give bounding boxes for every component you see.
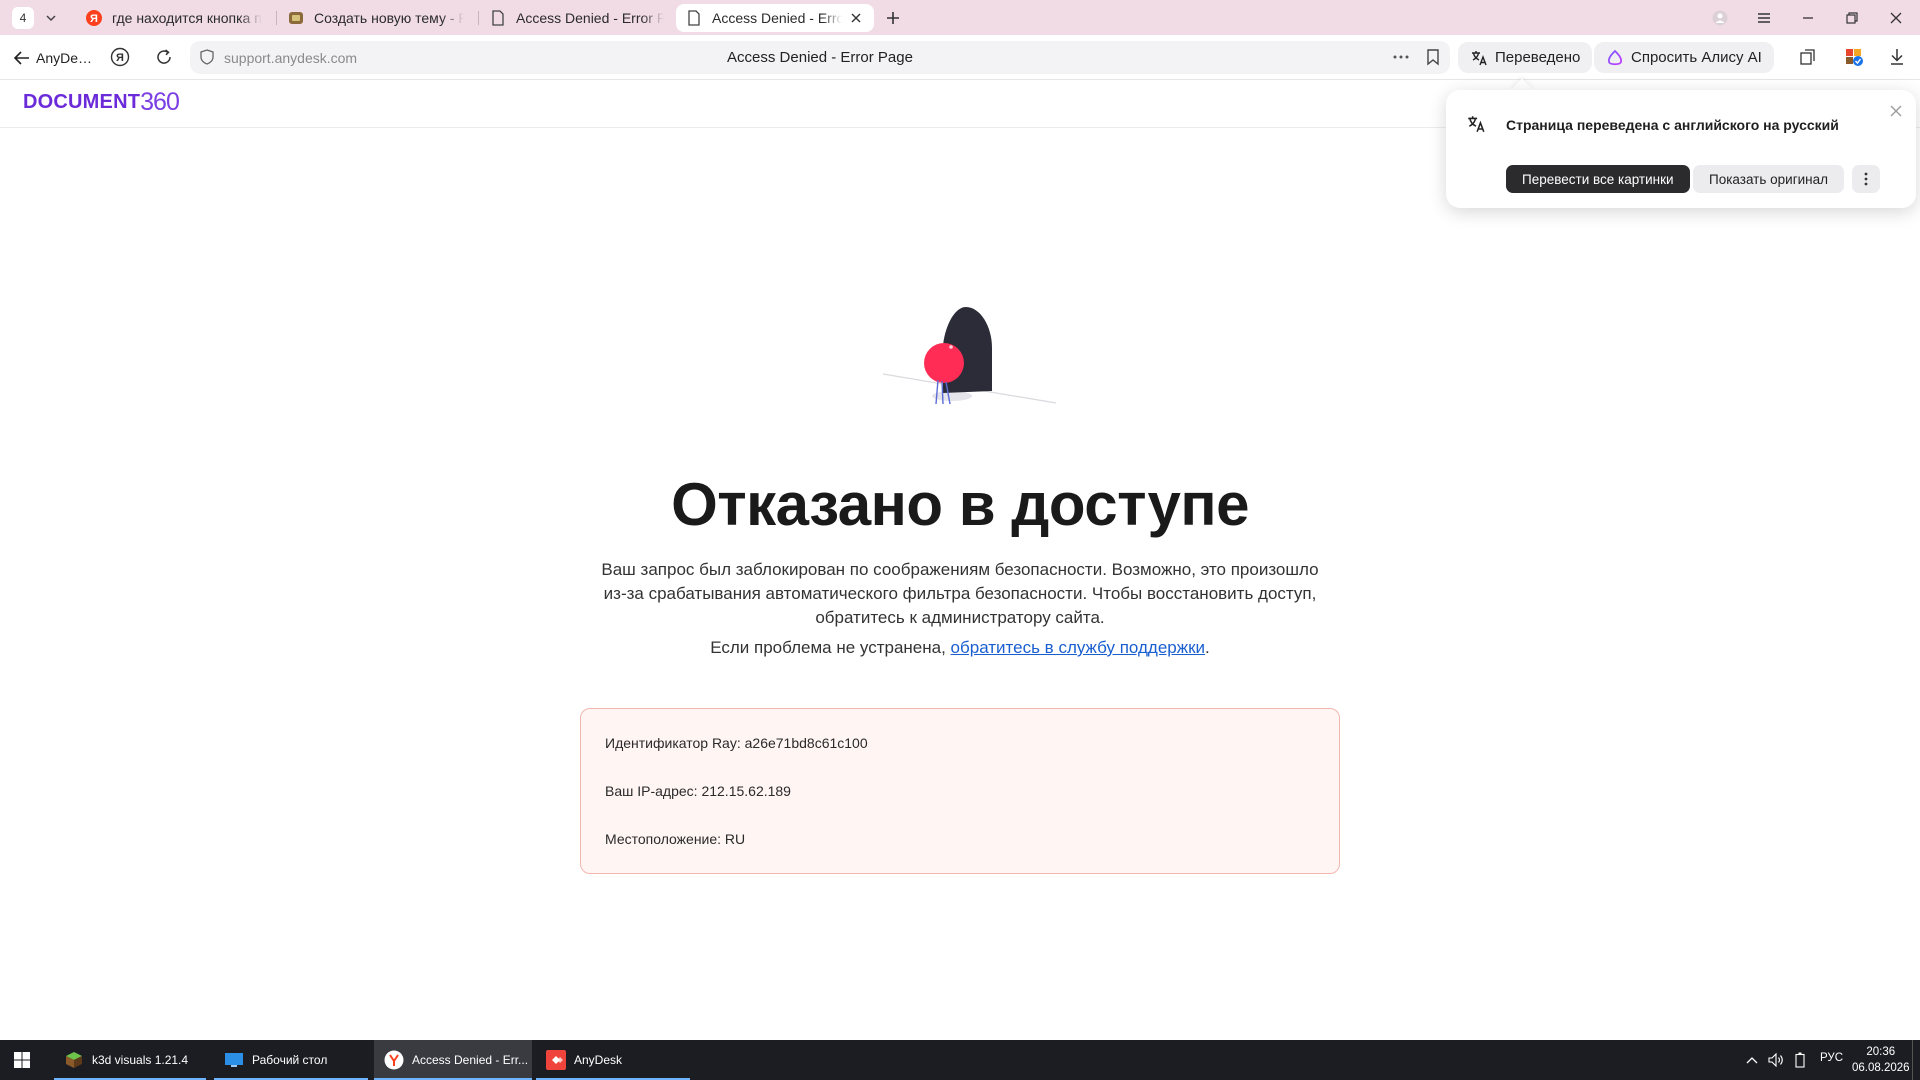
window-close-icon[interactable] bbox=[1884, 6, 1908, 30]
support-line: Если проблема не устранена, обратитесь в… bbox=[0, 638, 1920, 658]
support-prefix: Если проблема не устранена, bbox=[710, 638, 951, 657]
translated-label: Переведено bbox=[1495, 49, 1581, 66]
ip-address: Ваш IP-адрес: 212.15.62.189 bbox=[605, 783, 791, 799]
collections-icon[interactable] bbox=[1797, 46, 1819, 68]
omnibox[interactable]: support.anydesk.com Access Denied - Erro… bbox=[190, 41, 1450, 74]
more-dots-icon[interactable] bbox=[1392, 49, 1410, 70]
tab-separator bbox=[276, 11, 277, 25]
location: Местоположение: RU bbox=[605, 831, 746, 847]
tab-bar: 4 Я где находится кнопка при Создать нов… bbox=[0, 0, 1920, 35]
tab-title: Создать новую тему - Real bbox=[314, 10, 464, 26]
page-heading: Отказано в доступе bbox=[671, 471, 1249, 538]
taskbar-item-desktop[interactable]: Рабочий стол bbox=[214, 1040, 368, 1080]
system-tray bbox=[1742, 1040, 1810, 1080]
taskbar-item-browser[interactable]: Access Denied - Err... bbox=[374, 1040, 532, 1080]
taskbar-item-label: AnyDesk bbox=[574, 1053, 623, 1067]
show-original-button[interactable]: Показать оригинал bbox=[1693, 165, 1845, 193]
taskbar: k3d visuals 1.21.4 Рабочий стол Access D… bbox=[0, 1040, 1920, 1080]
tab-title: Access Denied - Error P bbox=[712, 10, 842, 26]
yandex-browser-icon bbox=[384, 1050, 404, 1070]
taskbar-item-anydesk[interactable]: AnyDesk bbox=[536, 1040, 690, 1080]
taskbar-item-label: k3d visuals 1.21.4 bbox=[92, 1053, 189, 1067]
logo-text: DOCUMENT bbox=[23, 91, 141, 113]
ray-id: Идентификатор Ray: a26e71bd8c61c100 bbox=[605, 735, 868, 751]
omnibox-page-title: Access Denied - Error Page bbox=[727, 49, 913, 66]
restore-icon[interactable] bbox=[1840, 6, 1864, 30]
support-link[interactable]: обратитесь в службу поддержки bbox=[951, 638, 1206, 657]
taskbar-item-minecraft[interactable]: k3d visuals 1.21.4 bbox=[54, 1040, 206, 1080]
windows-start-icon[interactable] bbox=[14, 1052, 30, 1073]
tab-title: Access Denied - Error Page bbox=[516, 10, 664, 26]
tab-forum[interactable]: Создать новую тему - Real bbox=[278, 4, 474, 32]
taskbar-clock[interactable]: 20:36 06.08.2026 bbox=[1852, 1044, 1910, 1076]
tab-search[interactable]: Я где находится кнопка при bbox=[76, 4, 272, 32]
translate-popup: Страница переведена с английского на рус… bbox=[1446, 90, 1916, 208]
access-denied-illustration bbox=[880, 300, 1060, 415]
document360-logo[interactable]: DOCUMENT 360 bbox=[23, 88, 180, 117]
taskbar-item-label: Access Denied - Err... bbox=[412, 1053, 529, 1067]
logo-number: 360 bbox=[140, 88, 180, 116]
translate-icon bbox=[1466, 114, 1486, 139]
translate-popup-message: Страница переведена с английского на рус… bbox=[1506, 117, 1839, 133]
error-description: Ваш запрос был заблокирован по соображен… bbox=[601, 560, 1319, 627]
minimize-icon[interactable] bbox=[1796, 6, 1820, 30]
minecraft-icon bbox=[64, 1050, 84, 1070]
back-button-label: AnyDe… bbox=[36, 50, 93, 66]
profile-icon[interactable] bbox=[1708, 6, 1732, 30]
yandex-icon: Я bbox=[86, 10, 102, 26]
close-icon[interactable] bbox=[848, 10, 864, 26]
translate-icon bbox=[1472, 50, 1487, 65]
translated-button[interactable]: Переведено bbox=[1458, 42, 1593, 73]
address-bar-row: AnyDe… Я support.anydesk.com Access Deni… bbox=[0, 35, 1920, 80]
svg-text:Я: Я bbox=[116, 52, 124, 64]
ask-alice-label: Спросить Алису AI bbox=[1631, 49, 1762, 66]
request-info-box: Идентификатор Ray: a26e71bd8c61c100 Ваш … bbox=[580, 708, 1340, 874]
input-language-indicator[interactable]: РУС bbox=[1820, 1052, 1843, 1064]
menu-icon[interactable] bbox=[1752, 6, 1776, 30]
show-desktop-button[interactable] bbox=[1912, 1040, 1913, 1080]
tray-expand-chevron-up-icon[interactable] bbox=[1742, 1050, 1762, 1070]
clock-time: 20:36 bbox=[1866, 1046, 1896, 1058]
desktop-icon bbox=[224, 1050, 244, 1070]
more-vertical-icon[interactable] bbox=[1852, 165, 1880, 193]
anydesk-icon bbox=[546, 1050, 566, 1070]
tab-list-chevron-icon[interactable] bbox=[40, 7, 62, 29]
tab-access-denied-active[interactable]: Access Denied - Error P bbox=[676, 4, 874, 32]
forum-icon bbox=[288, 10, 304, 26]
reload-icon[interactable] bbox=[153, 46, 175, 68]
battery-icon[interactable] bbox=[1790, 1050, 1810, 1070]
tab-count-badge[interactable]: 4 bbox=[12, 6, 34, 29]
ask-alice-button[interactable]: Спросить Алису AI bbox=[1594, 42, 1774, 73]
shield-icon[interactable] bbox=[200, 49, 214, 70]
back-button[interactable]: AnyDe… bbox=[14, 47, 92, 69]
yandex-logo-icon[interactable]: Я bbox=[109, 46, 131, 68]
taskbar-item-label: Рабочий стол bbox=[252, 1053, 328, 1067]
tab-title: где находится кнопка при bbox=[112, 10, 262, 26]
tab-access-denied[interactable]: Access Denied - Error Page bbox=[480, 4, 674, 32]
support-suffix: . bbox=[1205, 638, 1210, 657]
page-icon bbox=[686, 10, 702, 26]
alice-icon bbox=[1607, 49, 1623, 65]
bookmark-icon[interactable] bbox=[1426, 49, 1440, 71]
close-icon[interactable] bbox=[1890, 104, 1902, 122]
clock-date: 06.08.2026 bbox=[1852, 1062, 1910, 1074]
new-tab-plus-icon[interactable] bbox=[882, 7, 904, 29]
svg-text:Я: Я bbox=[90, 13, 98, 25]
extension-icon[interactable] bbox=[1843, 46, 1865, 68]
page-icon bbox=[490, 10, 506, 26]
tab-separator bbox=[478, 11, 479, 25]
translate-images-button[interactable]: Перевести все картинки bbox=[1506, 165, 1690, 193]
download-icon[interactable] bbox=[1886, 46, 1908, 68]
url-text[interactable]: support.anydesk.com bbox=[224, 50, 357, 66]
arrow-left-icon bbox=[14, 51, 29, 65]
volume-icon[interactable] bbox=[1766, 1050, 1786, 1070]
